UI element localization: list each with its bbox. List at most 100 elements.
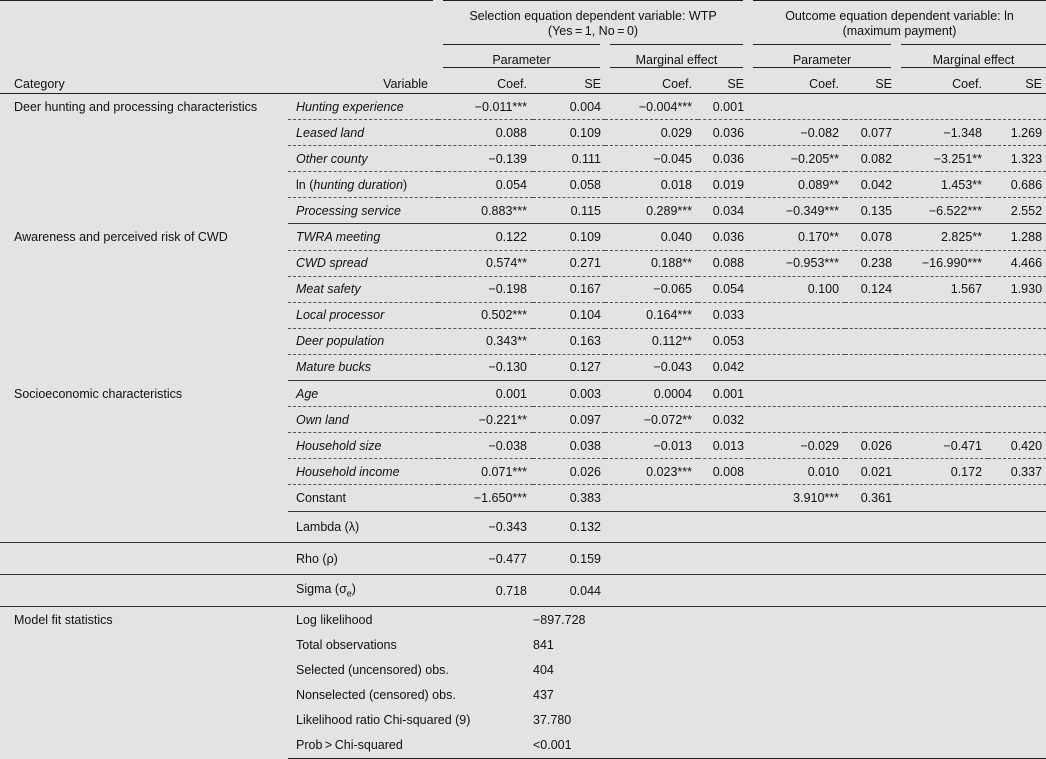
coef-cell: −0.045	[605, 145, 698, 173]
se-cell: 1.269	[988, 119, 1046, 147]
variable-cell: ln (hunting duration)	[288, 171, 438, 199]
se-cell	[988, 354, 1046, 382]
table-body: Deer hunting and processing characterist…	[0, 93, 1046, 759]
variable-cell: Household income	[288, 458, 438, 486]
empty-cell	[698, 607, 748, 633]
fit-value: 404	[533, 663, 554, 678]
coef-cell: 1.567	[896, 276, 989, 303]
se-cell: 0.088	[698, 250, 749, 277]
coef-cell	[605, 511, 698, 544]
empty-cell	[896, 657, 988, 682]
coef-cell: 0.0004	[605, 380, 698, 408]
se-column-header: SE	[584, 77, 601, 91]
empty-cell	[896, 708, 988, 733]
variable-cell: Sigma (σe)	[288, 574, 438, 608]
variable-label: Rho (ρ)	[296, 551, 338, 566]
se-cell	[698, 542, 749, 576]
se-column-header: SE	[727, 77, 745, 91]
coef-cell: 2.825**	[896, 223, 989, 251]
variable-label: Mature bucks	[296, 360, 372, 375]
coef-cell: 0.164***	[605, 302, 698, 329]
coef-cell: −0.221**	[438, 406, 533, 434]
coef-cell	[748, 542, 846, 576]
se-cell	[845, 328, 897, 355]
se-cell: 0.361	[845, 484, 897, 512]
se-cell	[988, 93, 1046, 121]
fit-label: Nonselected (censored) obs.	[296, 688, 456, 703]
coef-cell	[896, 328, 989, 355]
table-row: Deer hunting and processing characterist…	[0, 93, 1046, 121]
se-cell: 1.323	[988, 145, 1046, 173]
coef-cell: −0.349***	[748, 197, 846, 225]
variable-cell: Age	[288, 380, 438, 408]
empty-cell	[845, 607, 896, 633]
coef-cell: 0.071***	[438, 458, 533, 486]
empty-cell	[988, 607, 1046, 633]
coef-cell	[896, 511, 989, 544]
variable-label: Hunting experience	[296, 99, 404, 114]
variable-label: Processing service	[296, 203, 401, 218]
se-cell: 0.337	[988, 458, 1046, 486]
coef-cell: −3.251**	[896, 145, 989, 173]
empty-cell	[988, 657, 1046, 682]
coef-cell	[748, 380, 846, 408]
se-cell	[988, 542, 1046, 576]
se-cell: 0.238	[845, 250, 897, 277]
se-column-header: SE	[875, 77, 893, 91]
se-cell: 0.077	[845, 119, 897, 147]
se-cell: 0.042	[698, 354, 749, 382]
variable-cell: Leased land	[288, 119, 438, 147]
fit-label: Total observations	[296, 637, 397, 652]
coef-column-header: Coef.	[809, 77, 840, 91]
coef-column-header: Coef.	[497, 77, 527, 91]
se-cell: 0.019	[698, 171, 749, 199]
variable-cell: Rho (ρ)	[288, 542, 438, 576]
category-cell: Awareness and perceived risk of CWD	[14, 229, 228, 244]
coef-cell: −0.471	[896, 432, 989, 460]
variable-cell: CWD spread	[288, 250, 438, 277]
variable-cell: Hunting experience	[288, 93, 438, 121]
se-cell	[845, 354, 897, 382]
empty-cell	[896, 632, 988, 657]
category-column-header: Category	[14, 77, 65, 91]
se-cell	[698, 574, 749, 608]
empty-cell	[698, 657, 748, 682]
coef-cell: 0.100	[748, 276, 846, 303]
se-cell: 0.159	[533, 542, 605, 576]
coef-cell	[605, 574, 698, 608]
se-cell	[988, 328, 1046, 355]
se-cell	[845, 406, 897, 434]
empty-cell	[748, 632, 845, 657]
table-header: Selection equation dependent variable: W…	[0, 0, 1046, 94]
se-cell: 0.132	[533, 511, 605, 544]
coef-cell	[896, 354, 989, 382]
fit-row: Model fit statistics Log likelihood −897.7…	[0, 607, 1046, 633]
empty-cell	[748, 732, 846, 759]
se-cell: 0.109	[533, 223, 605, 251]
se-cell: 0.038	[533, 432, 605, 460]
coef-cell: 0.010	[748, 458, 846, 486]
table-row: Awareness and perceived risk of CWD TWRA …	[0, 223, 1046, 251]
coef-cell: −0.082	[748, 119, 846, 147]
empty-cell	[605, 708, 698, 733]
coef-cell: −0.343	[438, 511, 533, 544]
coef-cell: −0.072**	[605, 406, 698, 434]
fit-value: −897.728	[533, 612, 586, 627]
variable-label-suffix: )	[403, 177, 408, 192]
variable-label: Leased land	[296, 125, 365, 140]
variable-label-prefix: Sigma (σ	[296, 582, 347, 597]
se-cell: 0.127	[533, 354, 605, 382]
variable-label: Other county	[296, 151, 368, 166]
se-cell: 4.466	[988, 250, 1046, 277]
variable-label-suffix: )	[351, 582, 356, 597]
se-column-header: SE	[1025, 77, 1043, 91]
empty-cell	[698, 632, 748, 657]
outcome-parameter-header: Parameter	[743, 44, 902, 68]
se-cell: 0.124	[845, 276, 897, 303]
se-cell: 0.042	[845, 171, 897, 199]
se-cell	[845, 574, 897, 608]
se-cell: 0.034	[698, 197, 749, 225]
variable-column-header: Variable	[383, 77, 428, 91]
se-cell: 0.104	[533, 302, 605, 329]
se-cell: 1.930	[988, 276, 1046, 303]
